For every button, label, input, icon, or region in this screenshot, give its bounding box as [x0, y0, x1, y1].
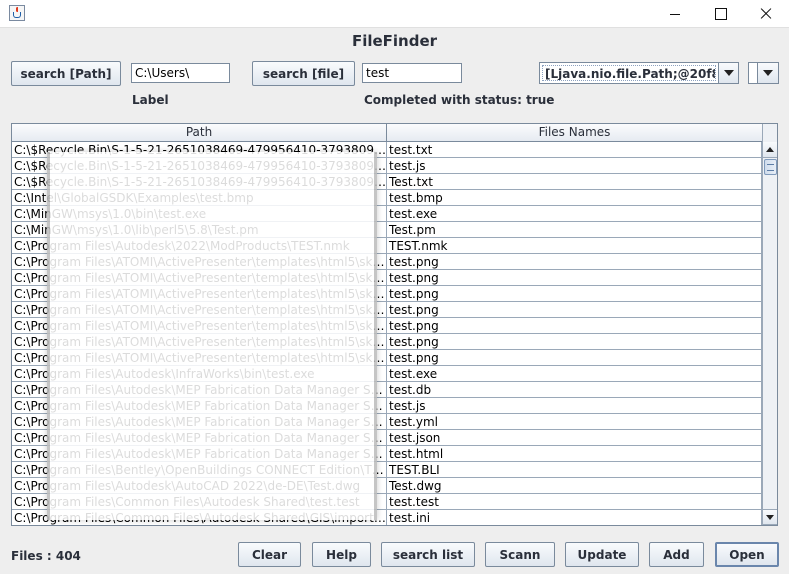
cell-file-name[interactable]: test.png: [387, 302, 762, 318]
path-input[interactable]: [131, 63, 230, 83]
open-button[interactable]: Open: [715, 542, 779, 567]
cell-file-name[interactable]: test.js: [387, 158, 762, 174]
cell-file-name[interactable]: test.yml: [387, 414, 762, 430]
cell-file-name[interactable]: test.db: [387, 382, 762, 398]
scrollbar-thumb[interactable]: [764, 159, 777, 175]
path-label: Label: [132, 93, 169, 107]
chevron-down-icon: [724, 70, 734, 76]
cell-file-name[interactable]: test.html: [387, 446, 762, 462]
secondary-combo[interactable]: [748, 62, 779, 84]
cell-file-name[interactable]: test.png: [387, 286, 762, 302]
maximize-icon[interactable]: [697, 0, 743, 28]
cell-file-name[interactable]: test.exe: [387, 366, 762, 382]
search-list-button[interactable]: search list: [381, 542, 475, 567]
scroll-down-icon[interactable]: [763, 509, 777, 525]
cell-file-name[interactable]: Test.txt: [387, 174, 762, 190]
add-button[interactable]: Add: [649, 542, 704, 567]
minimize-icon[interactable]: [652, 0, 698, 28]
scann-button[interactable]: Scann: [485, 542, 555, 567]
vertical-scrollbar[interactable]: [762, 124, 777, 525]
combo-arrow-button[interactable]: [757, 63, 778, 83]
cell-file-name[interactable]: test.png: [387, 350, 762, 366]
status-text: Completed with status: true: [364, 93, 555, 107]
cell-file-name[interactable]: test.png: [387, 270, 762, 286]
cell-file-name[interactable]: test.exe: [387, 206, 762, 222]
file-input[interactable]: [362, 63, 462, 83]
combo-arrow-button[interactable]: [718, 63, 738, 83]
search-path-button[interactable]: search [Path]: [11, 61, 121, 86]
redaction-overlay: [47, 152, 377, 520]
files-count: Files : 404: [11, 549, 81, 563]
cell-file-name[interactable]: test.png: [387, 318, 762, 334]
cell-file-name[interactable]: test.json: [387, 430, 762, 446]
title-bar: [0, 0, 789, 28]
help-button[interactable]: Help: [312, 542, 371, 567]
cell-file-name[interactable]: TEST.nmk: [387, 238, 762, 254]
update-button[interactable]: Update: [565, 542, 639, 567]
cell-file-name[interactable]: test.js: [387, 398, 762, 414]
java-icon: [9, 5, 25, 21]
close-icon[interactable]: [743, 0, 789, 28]
cell-file-name[interactable]: test.png: [387, 334, 762, 350]
cell-file-name[interactable]: test.ini: [387, 510, 762, 525]
table-header: Path Files Names: [12, 124, 762, 142]
search-file-button[interactable]: search [file]: [252, 61, 355, 86]
results-combo-value: [Ljava.nio.file.Path;@20f8407e: [542, 65, 716, 81]
cell-file-name[interactable]: test.test: [387, 494, 762, 510]
cell-file-name[interactable]: TEST.BLI: [387, 462, 762, 478]
cell-file-name[interactable]: Test.pm: [387, 222, 762, 238]
column-header-path[interactable]: Path: [12, 124, 387, 141]
column-header-files-names[interactable]: Files Names: [387, 124, 762, 141]
cell-file-name[interactable]: test.bmp: [387, 190, 762, 206]
results-combo[interactable]: [Ljava.nio.file.Path;@20f8407e: [539, 62, 739, 84]
app-title: FileFinder: [351, 32, 438, 50]
cell-file-name[interactable]: Test.dwg: [387, 478, 762, 494]
scroll-up-icon[interactable]: [763, 142, 777, 158]
chevron-down-icon: [763, 70, 773, 76]
cell-file-name[interactable]: test.txt: [387, 142, 762, 158]
java-cup-shape: [13, 12, 21, 18]
clear-button[interactable]: Clear: [238, 542, 301, 567]
cell-file-name[interactable]: test.png: [387, 254, 762, 270]
